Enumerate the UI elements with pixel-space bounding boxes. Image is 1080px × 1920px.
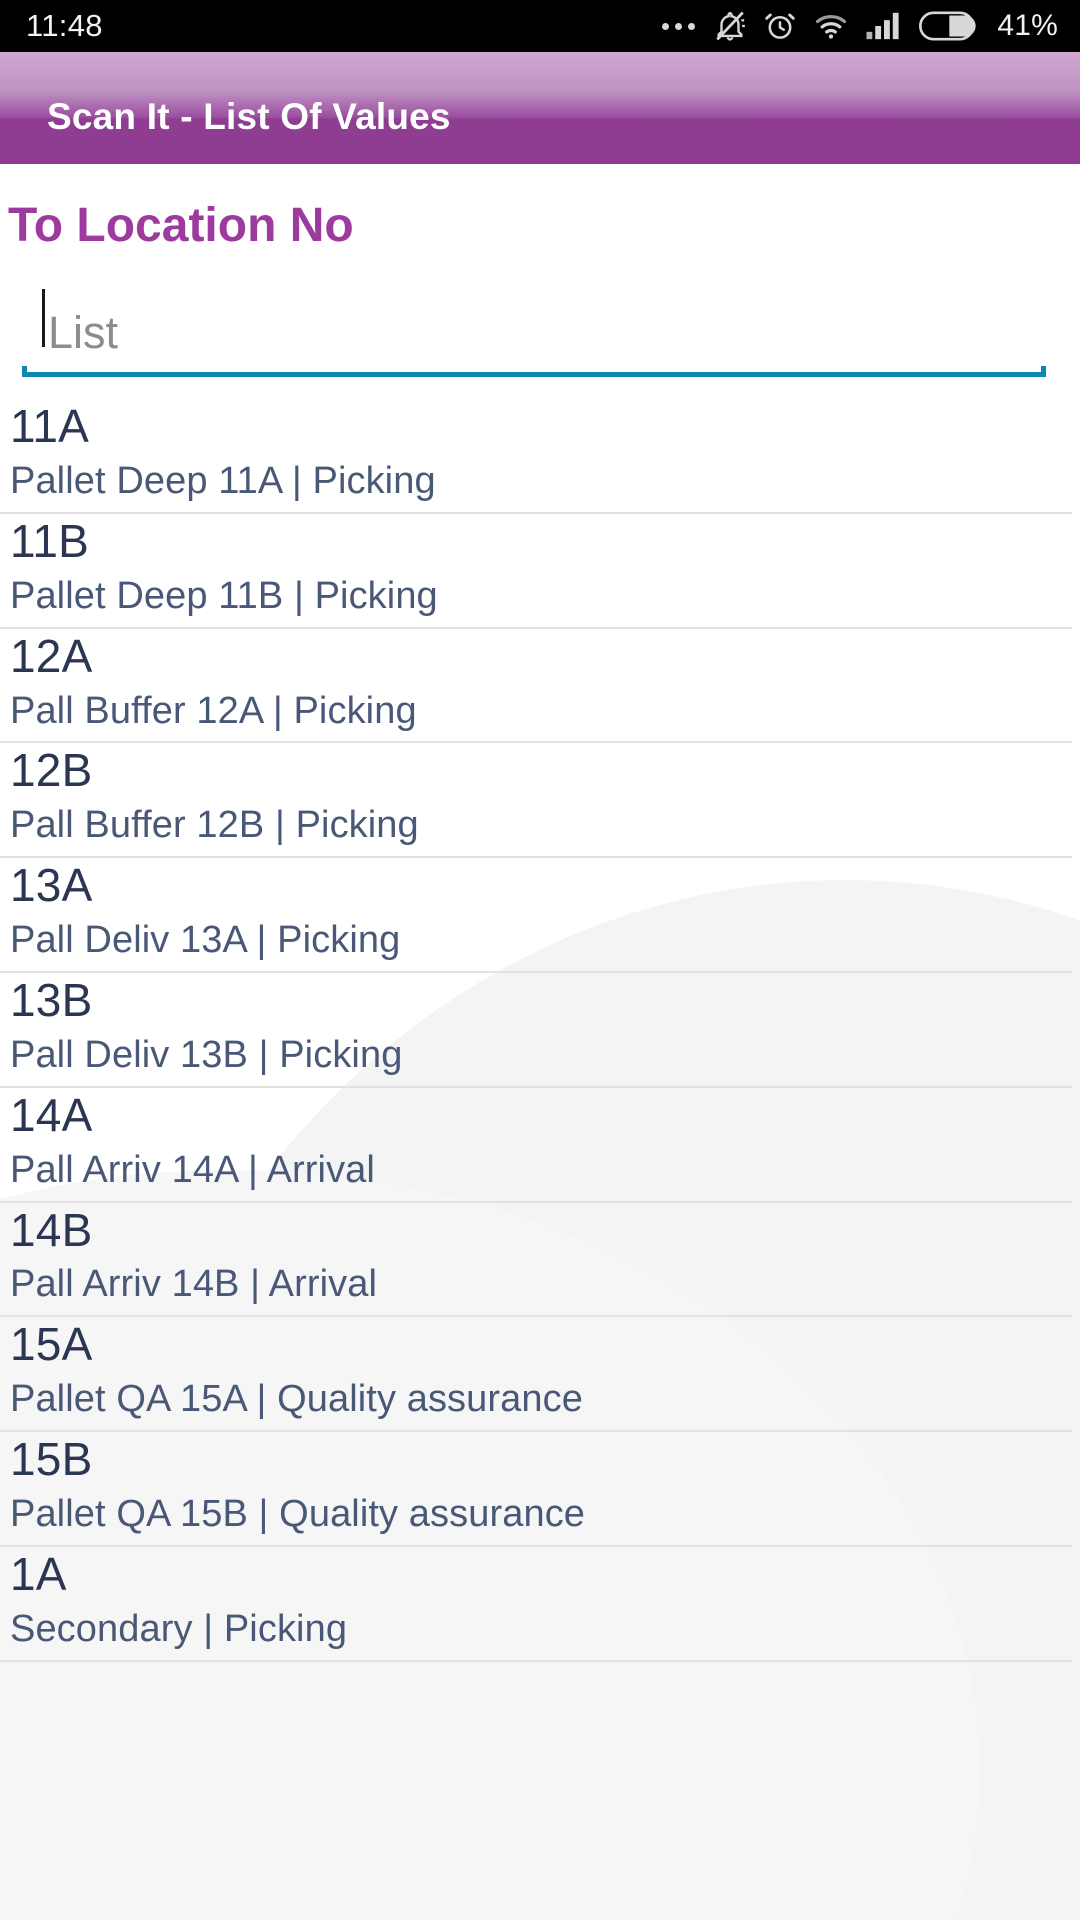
search-input-placeholder: List	[48, 307, 119, 358]
list-item-description: Pall Arriv 14B | Arrival	[10, 1263, 378, 1306]
list-item-description: Pall Deliv 13B | Picking	[10, 1033, 403, 1076]
status-bar-clock: 11:48	[26, 8, 103, 43]
list-divider	[0, 1659, 1072, 1662]
cellular-signal-icon	[866, 12, 899, 40]
page-content: To Location No List 11A Pallet Deep 11A …	[0, 164, 1080, 1662]
alarm-clock-icon	[765, 13, 796, 39]
list-item[interactable]: 13B Pall Deliv 13B | Picking	[0, 973, 1080, 1086]
vibrate-off-icon	[716, 11, 746, 41]
list-item-code: 14B	[10, 1203, 93, 1256]
list-item-code: 15A	[10, 1318, 93, 1371]
list-item[interactable]: 11B Pallet Deep 11B | Picking	[0, 514, 1080, 627]
list-item-code: 11A	[10, 400, 90, 452]
list-item-code: 12B	[10, 744, 93, 797]
list-item-description: Pallet Deep 11B | Picking	[10, 574, 438, 617]
list-item[interactable]: 12A Pall Buffer 12A | Picking	[0, 629, 1080, 742]
battery-percent-label: 41%	[997, 9, 1058, 42]
list-item-code: 11B	[10, 514, 90, 567]
search-input-underline	[22, 366, 1046, 377]
list-of-values[interactable]: 11A Pallet Deep 11A | Picking 11B Pallet…	[0, 399, 1080, 1662]
phone-screen: 11:48 41% Scan It - List Of Values To Lo…	[0, 0, 1080, 1920]
search-input[interactable]: List	[8, 287, 1060, 361]
list-item[interactable]: 13A Pall Deliv 13A | Picking	[0, 858, 1080, 971]
list-item-description: Pallet QA 15B | Quality assurance	[10, 1493, 586, 1536]
list-item[interactable]: 11A Pallet Deep 11A | Picking	[0, 399, 1080, 512]
app-bar: Scan It - List Of Values	[0, 52, 1080, 164]
status-bar: 11:48 41%	[0, 0, 1080, 52]
wifi-icon	[816, 15, 847, 39]
status-bar-icons: 41%	[662, 9, 1058, 43]
app-bar-title: Scan It - List Of Values	[47, 96, 451, 137]
list-item[interactable]: 14A Pall Arriv 14A | Arrival	[0, 1088, 1080, 1201]
list-item-description: Pallet Deep 11A | Picking	[10, 459, 436, 502]
list-item-description: Pall Arriv 14A | Arrival	[10, 1148, 375, 1191]
list-item-description: Pall Buffer 12A | Picking	[10, 689, 417, 732]
battery-icon	[919, 11, 977, 41]
list-item[interactable]: 15A Pallet QA 15A | Quality assurance	[0, 1317, 1080, 1430]
search-field-wrapper: List	[0, 253, 1080, 377]
text-caret	[42, 289, 45, 347]
list-item[interactable]: 15B Pallet QA 15B | Quality assurance	[0, 1432, 1080, 1545]
list-item-description: Secondary | Picking	[10, 1607, 348, 1650]
list-item-description: Pall Buffer 12B | Picking	[10, 804, 419, 847]
list-item-code: 15B	[10, 1433, 93, 1486]
list-item-code: 1A	[10, 1547, 67, 1600]
list-item[interactable]: 12B Pall Buffer 12B | Picking	[0, 743, 1080, 856]
list-item-code: 13B	[10, 973, 93, 1026]
list-item[interactable]: 14B Pall Arriv 14B | Arrival	[0, 1203, 1080, 1316]
page-title: To Location No	[8, 199, 354, 252]
list-item-code: 12A	[10, 629, 93, 682]
list-item-description: Pall Deliv 13A | Picking	[10, 919, 401, 962]
overflow-dots-icon	[662, 22, 696, 30]
list-item-code: 14A	[10, 1088, 93, 1141]
list-item[interactable]: 1A Secondary | Picking	[0, 1547, 1080, 1660]
list-item-code: 13A	[10, 859, 93, 912]
list-item-description: Pallet QA 15A | Quality assurance	[10, 1378, 583, 1421]
